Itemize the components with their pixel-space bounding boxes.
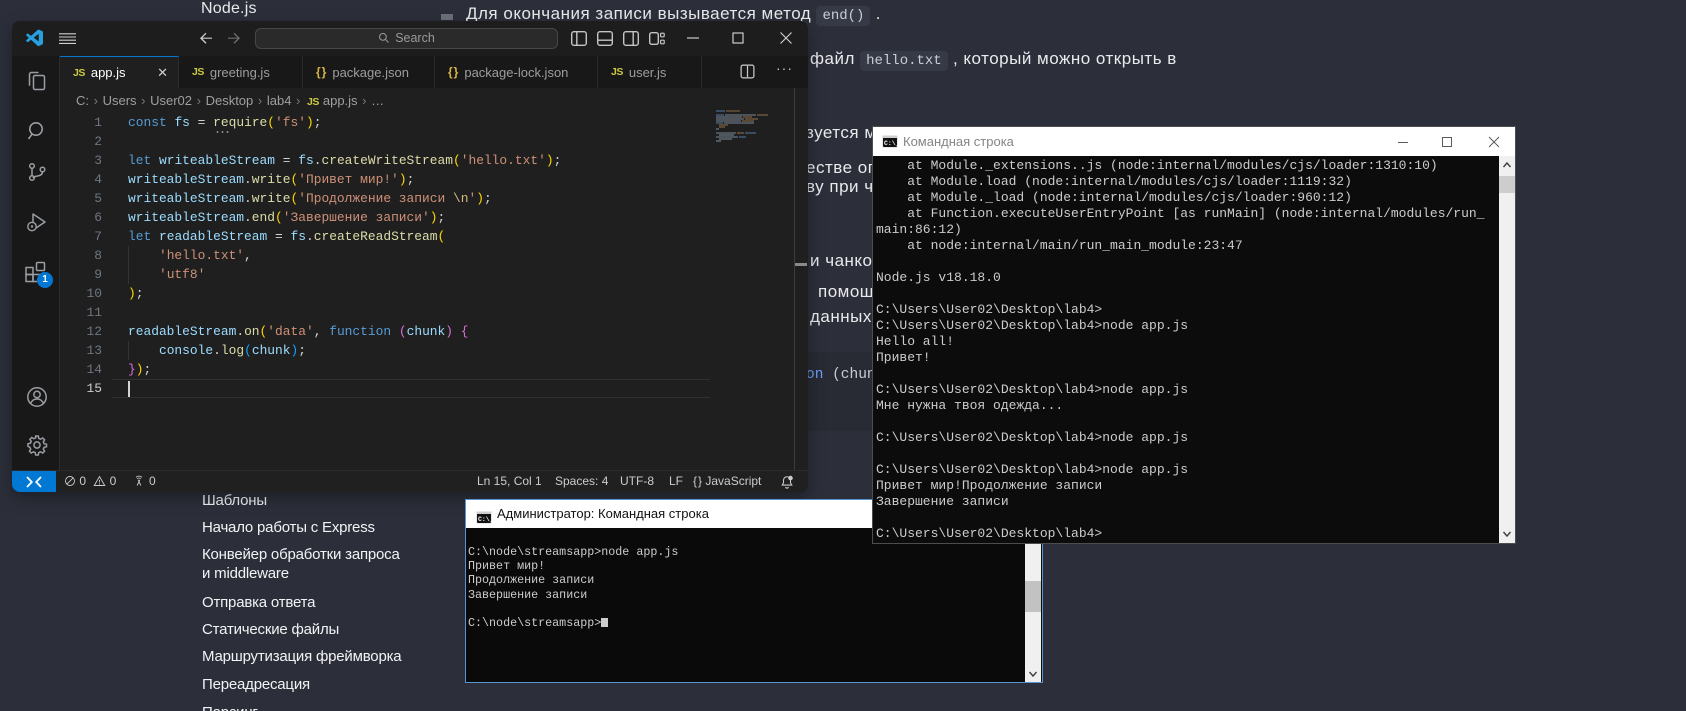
svg-text:C:\_: C:\_: [884, 140, 898, 147]
svg-text:C:\_: C:\_: [478, 516, 492, 523]
